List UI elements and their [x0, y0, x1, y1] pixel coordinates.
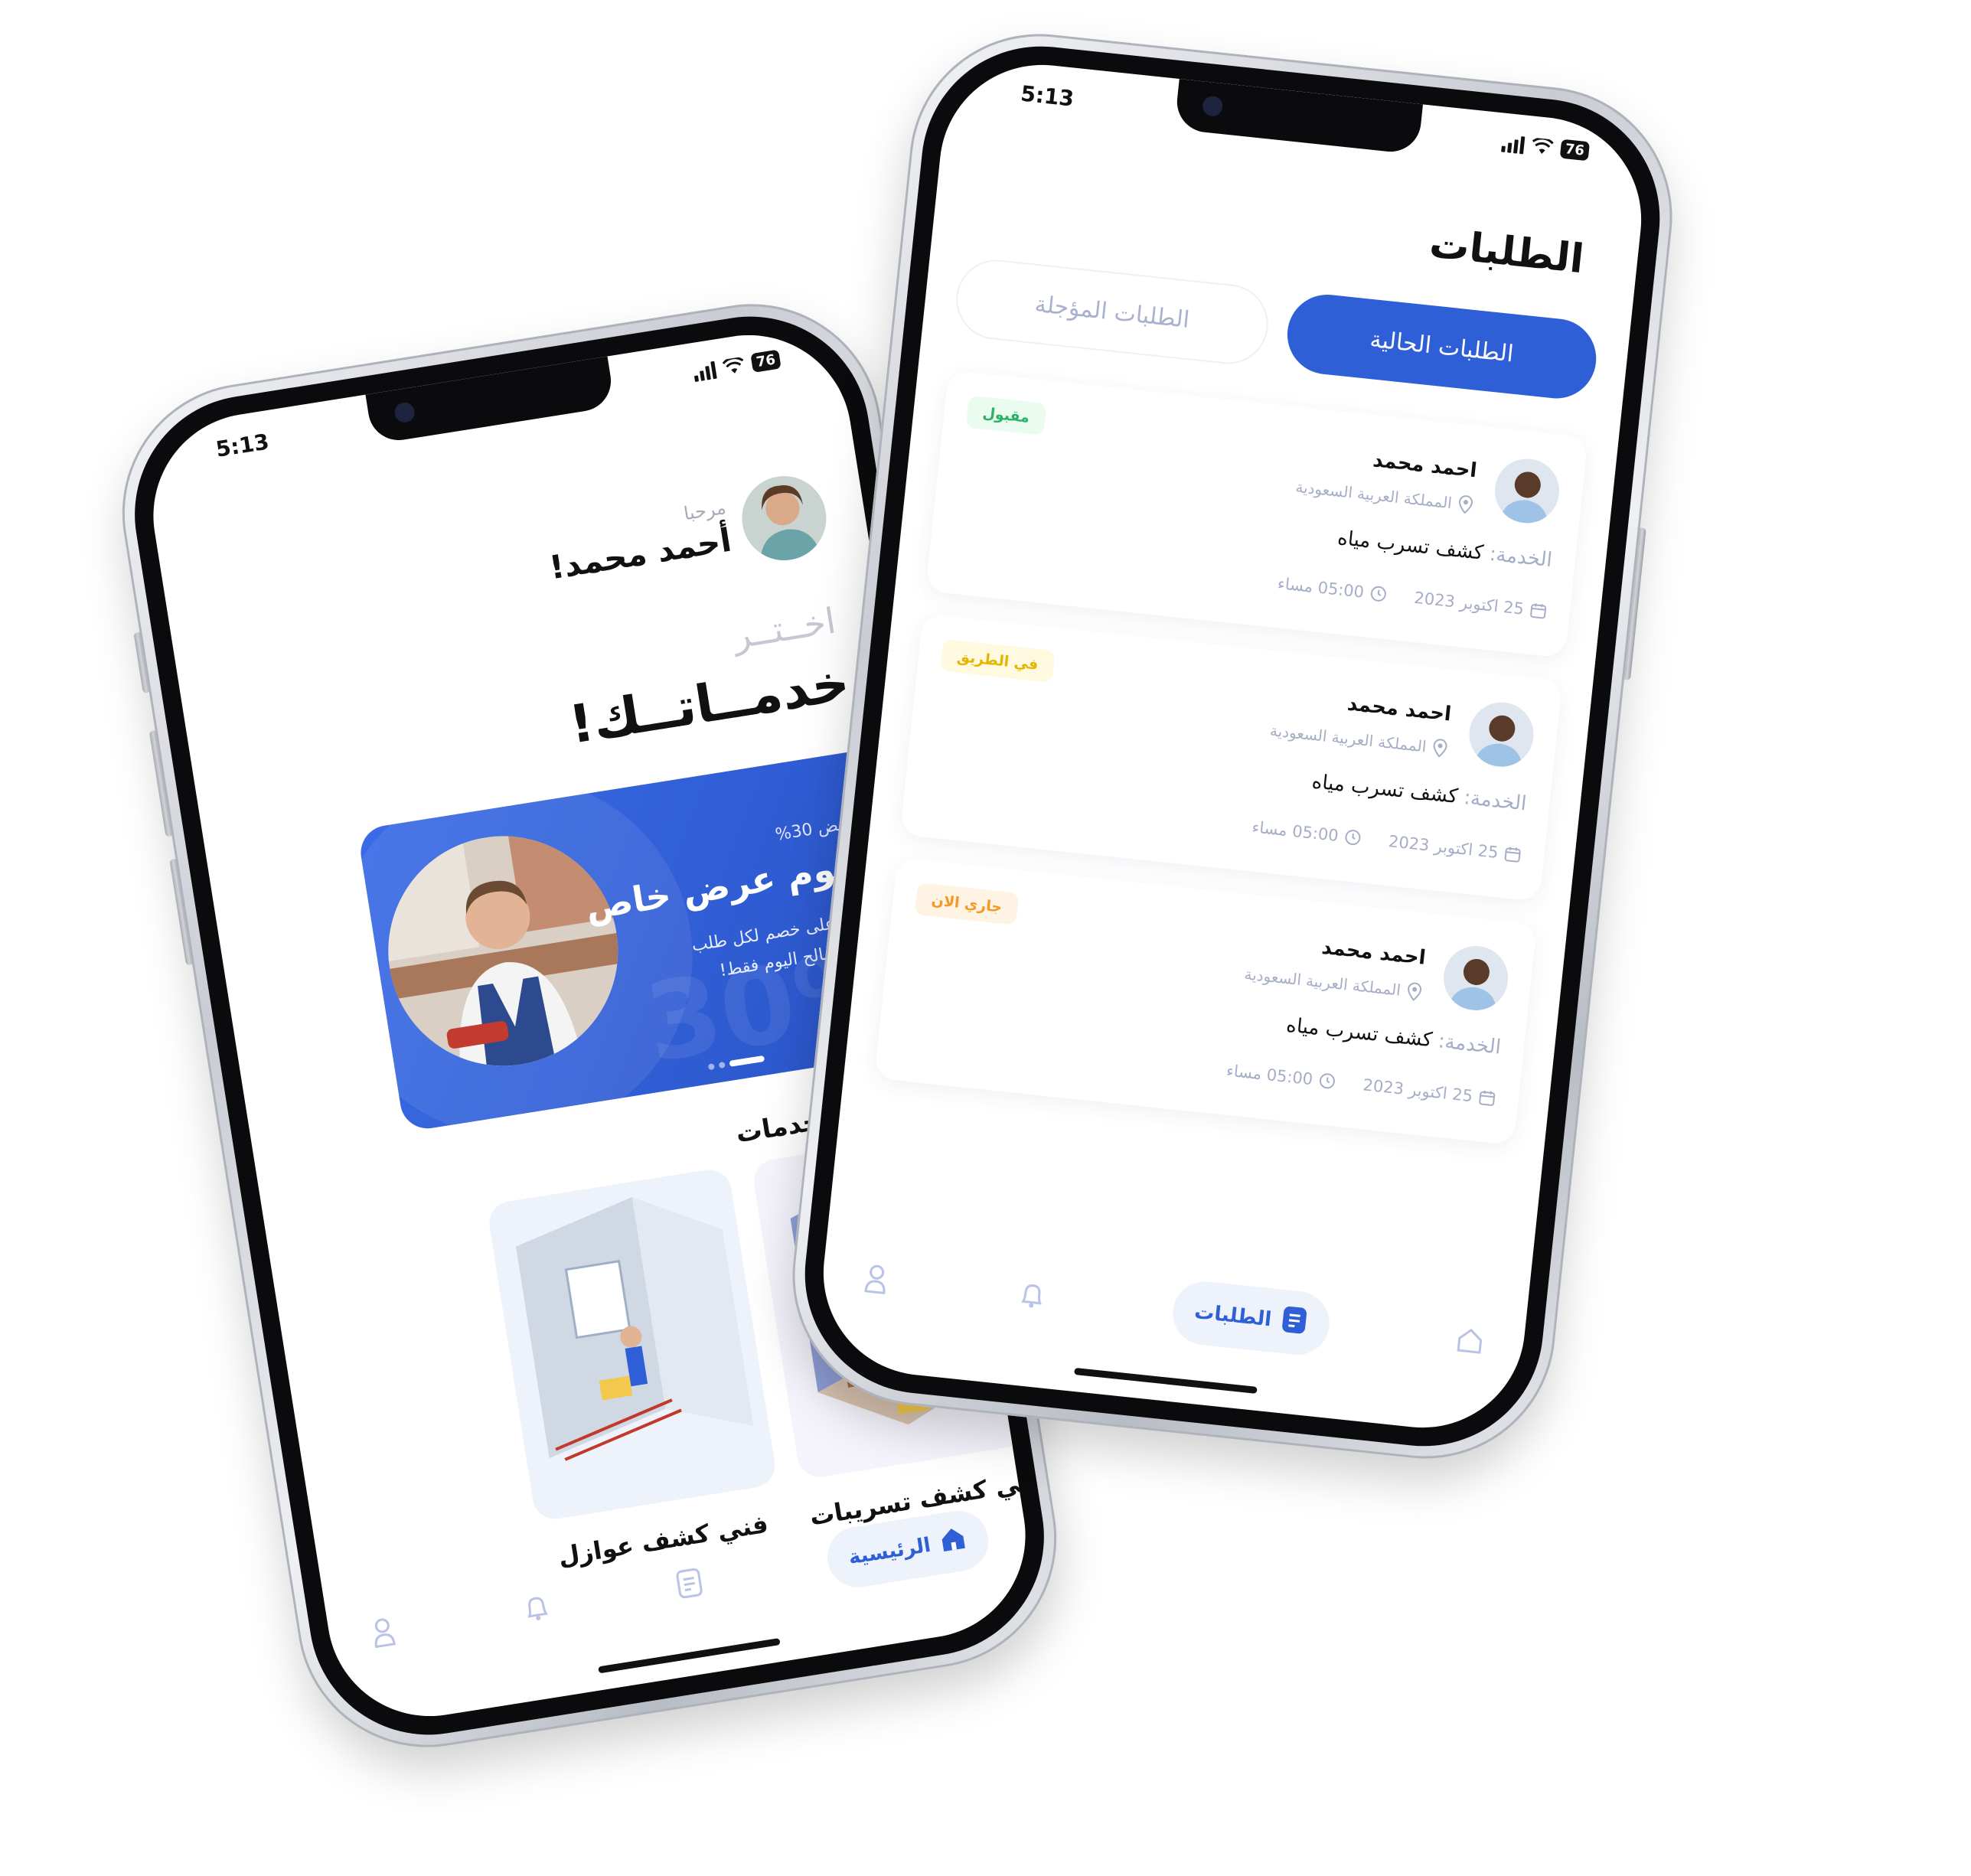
- order-time: 05:00 مساء: [1225, 1061, 1314, 1089]
- service-value: كشف تسرب مياه: [1310, 770, 1460, 809]
- order-meta: 25 اكتوبر 2023 05:00 مساء: [1277, 574, 1548, 621]
- service-card-insulation[interactable]: فني كشف عوازل: [485, 1166, 786, 1574]
- location: المملكة العربية السعودية: [1294, 478, 1473, 514]
- order-date: 25 اكتوبر 2023: [1362, 1075, 1474, 1106]
- order-card[interactable]: احمد محمد المملكة العربية السعودية الخدم…: [925, 370, 1588, 658]
- page-title: الطلبات: [1427, 220, 1587, 283]
- order-meta: 25 اكتوبر 2023 05:00 مساء: [1225, 1062, 1496, 1108]
- battery-icon: 76: [750, 349, 782, 374]
- service-key: الخدمة:: [1437, 1029, 1503, 1059]
- greeting-block: مرحبا أحمد محمد!: [541, 470, 833, 597]
- service-line: الخدمة:كشف تسرب مياه: [1336, 527, 1553, 572]
- wifi-icon: [1532, 137, 1554, 154]
- page-title: خدمــاتــك!: [565, 651, 854, 756]
- avatar: [1466, 699, 1537, 770]
- status-badge: في الطريق: [940, 638, 1056, 683]
- avatar: [1491, 455, 1563, 527]
- clock-icon: [1319, 1073, 1335, 1089]
- orders-icon: [1278, 1303, 1310, 1342]
- customer-name: احمد محمد: [1346, 692, 1453, 726]
- location-pin-icon: [1459, 495, 1473, 514]
- home-icon: [937, 1523, 969, 1560]
- tab-home-label: الرئيسية: [847, 1533, 932, 1570]
- status-badge: مقبول: [965, 395, 1047, 436]
- tab-orders[interactable]: الطلبات: [1170, 1277, 1333, 1358]
- bell-icon[interactable]: [519, 1590, 554, 1625]
- orders-screen: 5:13 76 الطلبات الطلبات الحالية الطلبات …: [813, 54, 1652, 1438]
- phone-orders-screen: 5:13 76 الطلبات الطلبات الحالية الطلبات …: [779, 21, 1685, 1472]
- order-date: 25 اكتوبر 2023: [1387, 832, 1499, 863]
- profile-icon[interactable]: [366, 1614, 401, 1649]
- wifi-icon: [722, 356, 744, 374]
- choose-label: اخــتــر: [730, 599, 839, 657]
- home-indicator[interactable]: [1074, 1367, 1258, 1394]
- order-date: 25 اكتوبر 2023: [1413, 588, 1526, 618]
- profile-icon[interactable]: [860, 1261, 893, 1295]
- tab-deferred-orders[interactable]: الطلبات المؤجلة: [952, 256, 1272, 368]
- service-value: كشف تسرب مياه: [1284, 1013, 1434, 1052]
- clock-icon: [1345, 830, 1361, 846]
- tab-orders-label: الطلبات: [1193, 1300, 1273, 1332]
- customer-name: احمد محمد: [1372, 449, 1478, 483]
- service-line: الخدمة:كشف تسرب مياه: [1310, 770, 1527, 815]
- home-icon[interactable]: [1454, 1324, 1487, 1358]
- location-text: المملكة العربية السعودية: [1294, 477, 1454, 513]
- order-meta: 25 اكتوبر 2023 05:00 مساء: [1251, 817, 1522, 864]
- service-illustration-insulation: [485, 1166, 778, 1522]
- battery-icon: 76: [1559, 139, 1591, 161]
- location-text: المملكة العربية السعودية: [1243, 964, 1402, 1000]
- order-card[interactable]: احمد محمد المملكة العربية السعودية الخدم…: [874, 857, 1537, 1146]
- signal-icon: [1501, 133, 1526, 154]
- tab-home[interactable]: الرئيسية: [823, 1506, 993, 1591]
- calendar-icon: [1504, 847, 1521, 863]
- avatar: [1440, 942, 1512, 1014]
- signal-icon: [692, 360, 717, 382]
- orders-icon[interactable]: [672, 1566, 707, 1601]
- location: المملكة العربية السعودية: [1269, 721, 1448, 758]
- calendar-icon: [1530, 603, 1547, 619]
- bottom-tab-bar: الطلبات: [857, 1238, 1490, 1380]
- clock-icon: [1370, 586, 1386, 602]
- service-key: الخدمة:: [1462, 786, 1528, 816]
- calendar-icon: [1479, 1090, 1496, 1106]
- status-time: 5:13: [1019, 80, 1075, 112]
- customer-name: احمد محمد: [1320, 935, 1428, 970]
- location: المملكة العربية السعودية: [1243, 964, 1423, 1002]
- location-pin-icon: [1433, 739, 1447, 758]
- service-key: الخدمة:: [1488, 542, 1554, 573]
- avatar[interactable]: [736, 470, 833, 566]
- location-pin-icon: [1408, 982, 1422, 1002]
- orders-list: احمد محمد المملكة العربية السعودية الخدم…: [874, 370, 1588, 1146]
- tab-current-orders[interactable]: الطلبات الحالية: [1283, 290, 1601, 403]
- service-value: كشف تسرب مياه: [1336, 526, 1485, 565]
- location-text: المملكة العربية السعودية: [1268, 721, 1428, 756]
- service-line: الخدمة:كشف تسرب مياه: [1285, 1013, 1502, 1059]
- order-card[interactable]: احمد محمد المملكة العربية السعودية الخدم…: [899, 613, 1563, 902]
- order-time: 05:00 مساء: [1251, 817, 1340, 846]
- order-time: 05:00 مساء: [1276, 574, 1366, 602]
- bell-icon[interactable]: [1016, 1278, 1049, 1312]
- status-badge: جاري الان: [914, 883, 1020, 925]
- status-time: 5:13: [214, 429, 271, 462]
